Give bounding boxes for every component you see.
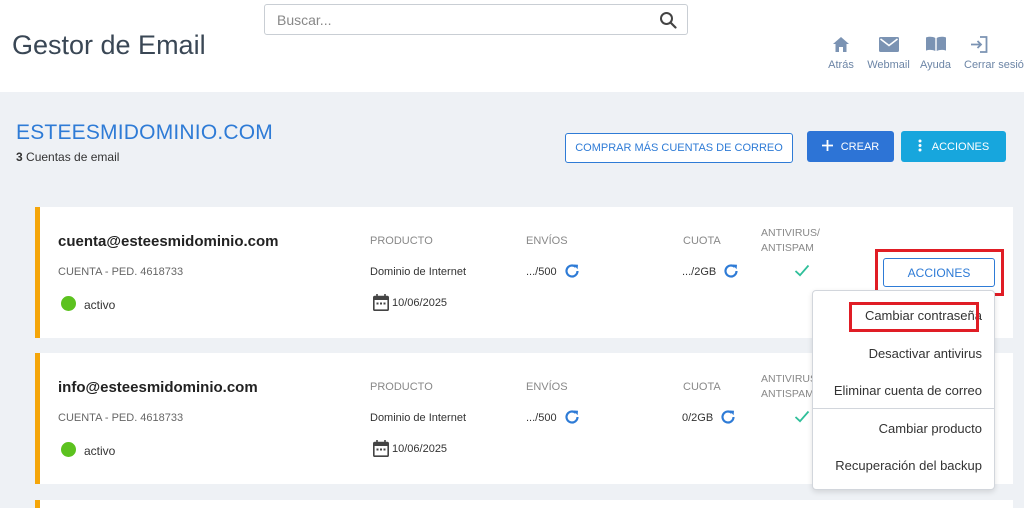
menu-item-change-password[interactable]: Cambiar contraseña [813, 308, 994, 323]
calendar-icon [373, 440, 389, 462]
account-date: 10/06/2025 [392, 297, 448, 309]
account-ref: CUENTA - PED. 4618733 [58, 412, 184, 424]
status-active-icon [61, 296, 76, 311]
menu-item-disable-antivirus[interactable]: Desactivar antivirus [813, 346, 994, 361]
refresh-icon[interactable] [564, 263, 580, 284]
col-envios: ENVÍOS [526, 235, 568, 247]
search-input[interactable] [265, 5, 645, 34]
account-envios: .../500 [526, 266, 557, 278]
menu-divider [813, 408, 994, 409]
col-envios: ENVÍOS [526, 381, 568, 393]
refresh-icon[interactable] [720, 409, 736, 430]
kebab-icon [918, 139, 922, 155]
nav-webmail-label: Webmail [867, 59, 910, 71]
account-email: info@esteesmidominio.com [58, 379, 258, 396]
account-date: 10/06/2025 [392, 443, 448, 455]
account-status: activo [84, 298, 116, 312]
col-antivirus: ANTIVIRUS/ ANTISPAM [761, 226, 820, 256]
search-icon[interactable] [659, 11, 677, 34]
account-count-label: Cuentas de email [26, 150, 120, 164]
check-icon [794, 410, 810, 428]
account-envios: .../500 [526, 412, 557, 424]
book-icon [925, 34, 947, 54]
top-nav: Atrás Webmail Ayuda Cerrar sesión [820, 34, 1024, 71]
account-ref: CUENTA - PED. 4618733 [58, 266, 184, 278]
plus-icon [821, 139, 833, 154]
col-producto: PRODUCTO [370, 381, 433, 393]
create-button-label: CREAR [840, 140, 880, 153]
buy-more-accounts-button[interactable]: COMPRAR MÁS CUENTAS DE CORREO [565, 133, 793, 163]
nav-cerrar-sesion[interactable]: Cerrar sesión [956, 34, 1024, 71]
col-producto: PRODUCTO [370, 235, 433, 247]
nav-atras-label: Atrás [828, 59, 854, 71]
col-cuota: CUOTA [683, 381, 721, 393]
domain-actions-button[interactable]: ACCIONES [901, 131, 1006, 162]
account-count-number: 3 [16, 150, 23, 164]
col-cuota: CUOTA [683, 235, 721, 247]
menu-item-backup-recovery[interactable]: Recuperación del backup [813, 458, 994, 473]
domain-title: ESTEESMIDOMINIO.COM [16, 121, 273, 144]
header: Gestor de Email Atrás Webmail Ayuda [0, 0, 1024, 92]
nav-cerrar-sesion-label: Cerrar sesión [964, 59, 1024, 71]
account-status: activo [84, 444, 116, 458]
calendar-icon [373, 294, 389, 316]
create-button[interactable]: CREAR [807, 131, 894, 162]
account-cuota: .../2GB [682, 266, 717, 278]
account-email: cuenta@esteesmidominio.com [58, 233, 279, 250]
account-card [35, 500, 1013, 508]
account-product: Dominio de Internet [370, 266, 466, 278]
search-box[interactable] [264, 4, 688, 35]
home-icon [832, 34, 850, 54]
refresh-icon[interactable] [723, 263, 739, 284]
account-cuota: 0/2GB [682, 412, 714, 424]
refresh-icon[interactable] [564, 409, 580, 430]
status-active-icon [61, 442, 76, 457]
account-product: Dominio de Internet [370, 412, 466, 424]
account-actions-button[interactable]: ACCIONES [883, 258, 995, 287]
nav-webmail[interactable]: Webmail [862, 34, 915, 71]
app-title: Gestor de Email [12, 30, 206, 60]
nav-ayuda[interactable]: Ayuda [915, 34, 956, 71]
account-actions-menu: Cambiar contraseña Desactivar antivirus … [812, 290, 995, 490]
mail-icon [878, 34, 899, 54]
account-count: 3 Cuentas de email [16, 150, 119, 164]
logout-icon [964, 34, 988, 54]
nav-atras[interactable]: Atrás [820, 34, 862, 71]
menu-item-change-product[interactable]: Cambiar producto [813, 421, 994, 436]
check-icon [794, 264, 810, 282]
domain-actions-label: ACCIONES [931, 140, 990, 153]
menu-item-delete-account[interactable]: Eliminar cuenta de correo [813, 383, 994, 398]
col-antivirus-line1: ANTIVIRUS/ [761, 227, 820, 239]
col-antivirus-line2: ANTISPAM [761, 242, 814, 254]
nav-ayuda-label: Ayuda [920, 59, 951, 71]
